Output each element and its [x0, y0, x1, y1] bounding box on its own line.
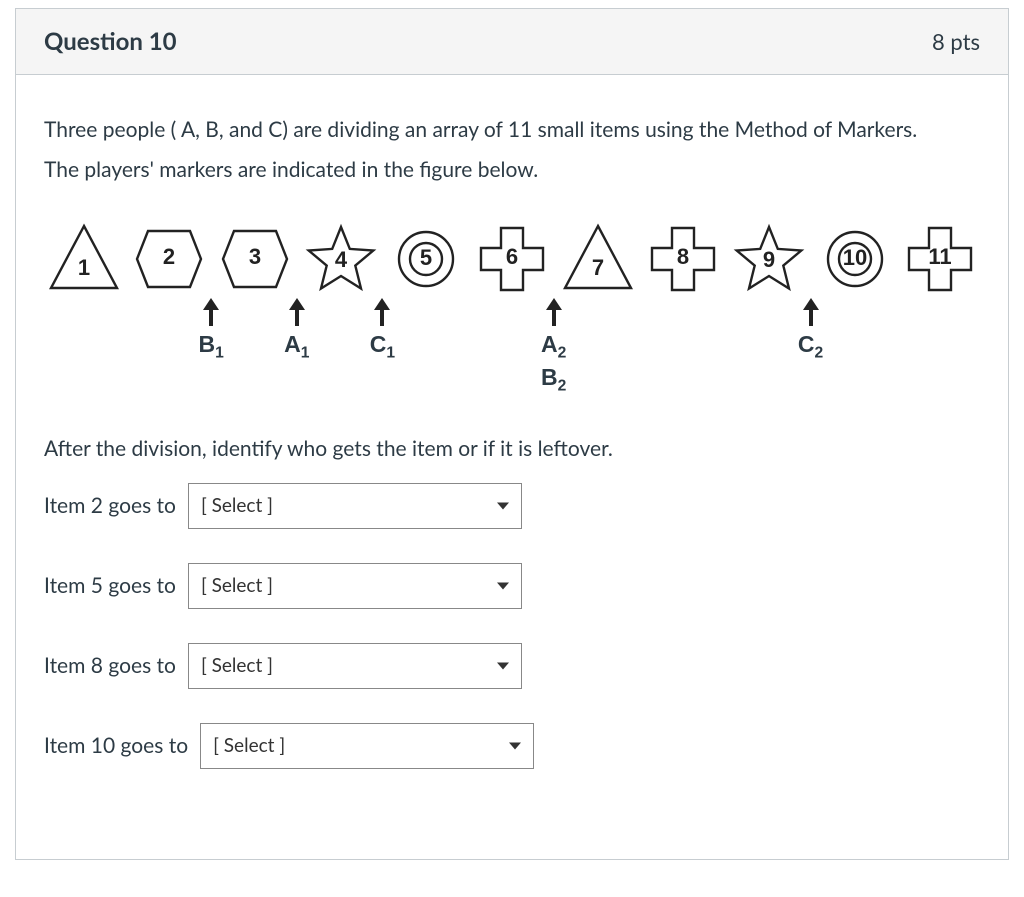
- arrow-up-icon: [288, 298, 306, 330]
- svg-text:2: 2: [163, 244, 175, 269]
- triangle-icon: 7: [559, 220, 637, 298]
- dblcircle-icon: 10: [816, 220, 894, 298]
- arrow-up-icon: [545, 298, 563, 330]
- item-cell: 5C1: [387, 220, 467, 394]
- hexagon-icon: 2: [130, 220, 208, 298]
- item-cell: 9: [729, 220, 809, 394]
- answer-row: Item 8 goes to [ Select ]: [44, 643, 980, 689]
- marker-stack: A2B2: [541, 298, 566, 394]
- cross-icon: 11: [901, 220, 979, 298]
- answer-label: Item 10 goes to: [44, 733, 188, 758]
- answer-label: Item 5 goes to: [44, 573, 176, 598]
- answer-select[interactable]: [ Select ]: [188, 643, 522, 689]
- cross-icon: 6: [473, 220, 551, 298]
- arrow-up-icon: [202, 298, 220, 330]
- answer-select[interactable]: [ Select ]: [188, 563, 522, 609]
- marker-stack: C2: [798, 298, 823, 394]
- marker-label: A2: [541, 330, 566, 363]
- question-header: Question 10 8 pts: [16, 9, 1008, 75]
- item-cell: 3B1: [215, 220, 295, 394]
- prompt-line-2: The players' markers are indicated in th…: [44, 155, 980, 185]
- item-cell: 7A2B2: [558, 220, 638, 394]
- question-card: Question 10 8 pts Three people ( A, B, a…: [15, 8, 1009, 860]
- item-cell: 1: [44, 220, 124, 394]
- after-text: After the division, identify who gets th…: [44, 436, 980, 461]
- svg-text:10: 10: [842, 245, 866, 270]
- svg-text:1: 1: [78, 255, 90, 280]
- item-cell: 8: [643, 220, 723, 394]
- marker-stack: A1: [284, 298, 309, 394]
- svg-text:3: 3: [249, 244, 261, 269]
- question-body: Three people ( A, B, and C) are dividing…: [16, 75, 1008, 859]
- prompt: Three people ( A, B, and C) are dividing…: [44, 115, 980, 186]
- item-cell: 11: [900, 220, 980, 394]
- item-cell: 4A1: [301, 220, 381, 394]
- answer-select[interactable]: [ Select ]: [200, 723, 534, 769]
- marker-label: B1: [198, 330, 223, 363]
- svg-text:9: 9: [763, 247, 775, 272]
- item-cell: 2: [130, 220, 210, 394]
- cross-icon: 8: [644, 220, 722, 298]
- question-points: 8 pts: [932, 28, 980, 55]
- item-cell: 6: [472, 220, 552, 394]
- svg-text:5: 5: [420, 245, 432, 270]
- marker-stack: B1: [198, 298, 223, 394]
- figure: 123B14A15C167A2B28910C211: [44, 220, 980, 394]
- answer-row: Item 2 goes to [ Select ]: [44, 483, 980, 529]
- arrow-up-icon: [373, 298, 391, 330]
- marker-stack: C1: [370, 298, 395, 394]
- question-title: Question 10: [44, 27, 177, 56]
- star-icon: 9: [730, 220, 808, 298]
- svg-text:4: 4: [335, 247, 348, 272]
- answer-select[interactable]: [ Select ]: [188, 483, 522, 529]
- prompt-line-1: Three people ( A, B, and C) are dividing…: [44, 115, 980, 145]
- svg-text:7: 7: [592, 255, 604, 280]
- answer-label: Item 2 goes to: [44, 493, 176, 518]
- triangle-icon: 1: [45, 220, 123, 298]
- marker-label: A1: [284, 330, 309, 363]
- star-icon: 4: [302, 220, 380, 298]
- answer-row: Item 5 goes to [ Select ]: [44, 563, 980, 609]
- dblcircle-icon: 5: [387, 220, 465, 298]
- svg-text:11: 11: [929, 244, 952, 269]
- marker-label: B2: [541, 363, 566, 396]
- svg-text:8: 8: [677, 244, 689, 269]
- marker-label: C1: [370, 330, 395, 363]
- hexagon-icon: 3: [216, 220, 294, 298]
- marker-label: C2: [798, 330, 823, 363]
- answer-label: Item 8 goes to: [44, 653, 176, 678]
- arrow-up-icon: [802, 298, 820, 330]
- answer-row: Item 10 goes to [ Select ]: [44, 723, 980, 769]
- item-cell: 10C2: [815, 220, 895, 394]
- svg-text:6: 6: [506, 244, 518, 269]
